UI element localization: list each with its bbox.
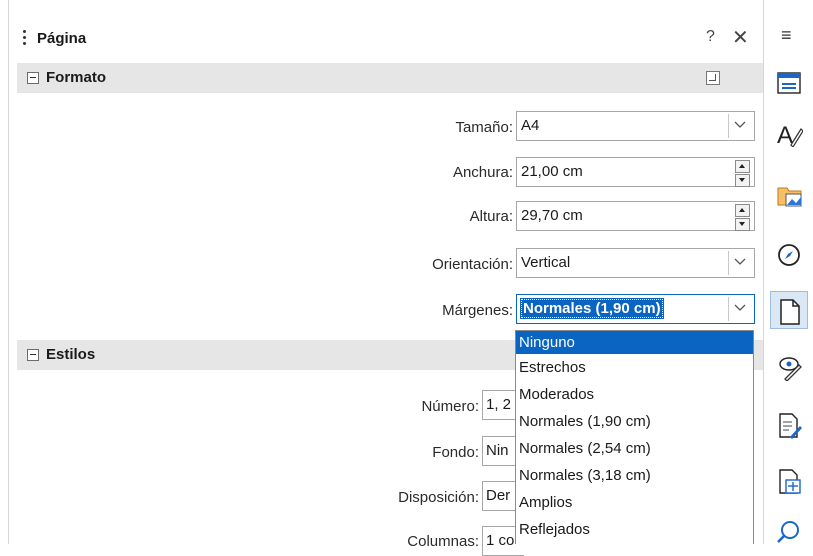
navigator-icon[interactable]: [770, 236, 808, 274]
margins-label: Márgenes:: [442, 302, 513, 319]
collapse-icon[interactable]: [27, 72, 39, 84]
number-value: 1, 2: [486, 396, 512, 413]
deck-titlebar: Página ? ✕: [9, 22, 763, 58]
size-select[interactable]: A4: [516, 111, 755, 141]
svg-text:A: A: [777, 122, 793, 147]
width-value: 21,00 cm: [521, 163, 583, 180]
styles-section-title: Estilos: [46, 346, 96, 363]
gallery-icon[interactable]: [770, 176, 808, 214]
margins-select[interactable]: Normales (1,90 cm): [516, 294, 755, 324]
properties-icon[interactable]: [770, 64, 808, 102]
size-label: Tamaño:: [455, 119, 513, 136]
manage-changes-icon[interactable]: [770, 406, 808, 444]
collapse-icon[interactable]: [27, 349, 39, 361]
chevron-down-icon[interactable]: [728, 251, 752, 275]
deck-title: Página: [37, 30, 87, 47]
columns-label: Columnas:: [407, 533, 479, 550]
style-inspector-icon[interactable]: [770, 348, 808, 386]
format-section-title: Formato: [46, 69, 106, 86]
background-value: Nin: [486, 442, 509, 459]
margin-option[interactable]: Ninguno: [516, 331, 753, 354]
layout-value: Der: [486, 487, 511, 504]
margin-option[interactable]: Estrechos: [516, 356, 753, 379]
orientation-label: Orientación:: [432, 256, 513, 273]
margin-option[interactable]: Normales (1,90 cm): [516, 410, 753, 433]
width-stepper[interactable]: [735, 160, 750, 187]
margin-option[interactable]: Moderados: [516, 383, 753, 406]
margin-option[interactable]: Normales (2,54 cm): [516, 437, 753, 460]
size-value: A4: [521, 117, 540, 134]
number-label: Número:: [421, 398, 479, 415]
background-label: Fondo:: [432, 444, 479, 461]
chevron-down-icon[interactable]: [728, 297, 752, 321]
page-icon[interactable]: [770, 291, 808, 329]
grip-icon[interactable]: [23, 30, 27, 50]
more-options-button[interactable]: [706, 71, 720, 85]
sidebar-tabbar: ≡ A: [763, 0, 813, 544]
height-spinbox[interactable]: 29,70 cm: [516, 201, 755, 231]
find-icon[interactable]: [770, 512, 808, 550]
chevron-down-icon[interactable]: [728, 114, 752, 138]
margin-option[interactable]: Amplios: [516, 491, 753, 514]
height-stepper[interactable]: [735, 204, 750, 231]
margins-dropdown-list[interactable]: Ninguno Estrechos Moderados Normales (1,…: [515, 330, 754, 544]
width-label: Anchura:: [452, 164, 513, 181]
margin-option[interactable]: Reflejados: [516, 518, 753, 541]
orientation-value: Vertical: [521, 254, 571, 271]
height-value: 29,70 cm: [521, 207, 583, 224]
margin-option[interactable]: Normales (3,18 cm): [516, 464, 753, 487]
columns-value: 1 co: [486, 532, 515, 549]
design-icon[interactable]: [770, 462, 808, 500]
format-section-header[interactable]: Formato: [17, 63, 763, 93]
margins-value: Normales (1,90 cm): [520, 298, 664, 319]
help-button[interactable]: ?: [706, 28, 715, 46]
close-button[interactable]: ✕: [732, 25, 749, 50]
width-spinbox[interactable]: 21,00 cm: [516, 157, 755, 187]
styles-icon[interactable]: A: [770, 114, 808, 152]
layout-label: Disposición:: [398, 489, 479, 506]
orientation-select[interactable]: Vertical: [516, 248, 755, 278]
height-label: Altura:: [469, 208, 513, 225]
sidebar-menu-button[interactable]: ≡: [781, 25, 792, 46]
